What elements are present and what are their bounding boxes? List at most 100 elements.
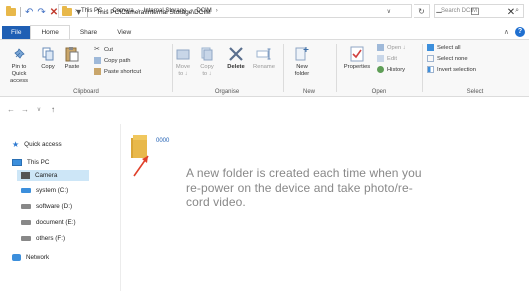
star-icon: ★ (12, 140, 20, 149)
select-none-label: Select none (437, 55, 468, 62)
paste-label: Paste (64, 64, 80, 70)
collapse-ribbon-icon[interactable]: ∧ (504, 28, 509, 36)
nav-label: Camera (35, 172, 58, 179)
recent-locations-icon[interactable]: ∨ (32, 106, 46, 113)
up-arrow-icon[interactable]: ↑ (46, 105, 60, 114)
breadcrumb-separator-icon: › (75, 8, 77, 14)
nav-label: others (F:) (36, 235, 66, 242)
tab-home[interactable]: Home (30, 25, 70, 39)
folder-name-label[interactable]: 0000 (156, 138, 169, 144)
open-group-label: Open (371, 89, 387, 95)
select-none-button[interactable]: Select none (427, 55, 468, 62)
system-drive-icon (21, 188, 31, 193)
annotation-arrow-icon (133, 155, 149, 177)
copy-path-label: Copy path (104, 57, 131, 64)
caption-line: re-power on the device and take photo/re… (186, 180, 413, 195)
redo-icon[interactable]: ↷ (37, 7, 45, 18)
search-input[interactable]: Search DCIM ⌕ (434, 4, 524, 18)
clipboard-group-label: Clipboard (73, 89, 99, 95)
rename-button[interactable]: Rename (251, 46, 277, 71)
paste-button[interactable]: Paste (62, 46, 82, 71)
help-icon[interactable]: ? (515, 26, 525, 37)
copy-path-button[interactable]: Copy path (94, 57, 130, 64)
nav-quick-access[interactable]: ★ Quick access (12, 140, 62, 149)
cut-label: Cut (104, 46, 114, 53)
delete-button[interactable]: Delete (225, 46, 247, 71)
nav-this-pc[interactable]: This PC (12, 159, 49, 166)
cut-button[interactable]: ✂ Cut (94, 46, 113, 53)
new-folder-icon (294, 46, 310, 62)
edit-button[interactable]: Edit (377, 55, 397, 62)
nav-drive-f[interactable]: others (F:) (21, 235, 65, 242)
history-icon (377, 66, 384, 73)
copy-path-icon (94, 57, 101, 64)
nav-label: system (C:) (36, 187, 69, 194)
paste-shortcut-button[interactable]: Paste shortcut (94, 68, 141, 75)
nav-label: This PC (27, 159, 50, 166)
invert-selection-icon (427, 66, 434, 73)
address-dropdown-icon[interactable]: ∨ (387, 8, 391, 15)
edit-icon (377, 55, 384, 62)
nav-label: software (D:) (36, 203, 73, 210)
edit-label: Edit (387, 55, 397, 62)
move-to-icon (175, 46, 191, 62)
caption-line: A new folder is created each time when y… (186, 166, 422, 180)
folder-icon (6, 6, 16, 16)
nav-label: document (E:) (36, 219, 76, 226)
nav-drive-d[interactable]: software (D:) (21, 203, 72, 210)
breadcrumb-internal-storage[interactable]: Internal Storage (144, 8, 187, 14)
address-bar[interactable]: › This PC › Camera › Internal Storage › … (58, 4, 412, 18)
tab-file[interactable]: File (2, 26, 31, 39)
pin-label: Pin to Quick access (9, 64, 29, 84)
computer-icon (12, 159, 22, 166)
breadcrumb-camera[interactable]: Camera (112, 8, 133, 14)
new-group: New folder New (284, 40, 334, 97)
organise-group: Move to ↓ Copy to ↓ Delete Rename Organi… (173, 40, 281, 97)
tab-share[interactable]: Share (70, 26, 107, 39)
new-folder-button[interactable]: New folder (288, 46, 316, 78)
paste-icon (64, 46, 80, 62)
ribbon: Pin to Quick access Copy Paste ✂ Cut Cop… (0, 39, 529, 97)
open-group: Properties Open ↓ Edit History Open (337, 40, 421, 97)
open-icon (377, 44, 384, 51)
forward-arrow-icon[interactable]: → (18, 105, 32, 114)
scissors-icon: ✂ (94, 46, 100, 53)
delete-icon[interactable]: ✕ (50, 7, 58, 18)
breadcrumb-separator-icon: › (137, 8, 140, 14)
search-icon: ⌕ (515, 7, 519, 14)
refresh-icon[interactable]: ↻ (414, 4, 430, 18)
breadcrumb-separator-icon: › (190, 8, 193, 14)
undo-icon[interactable]: ↶ (25, 7, 33, 18)
select-all-button[interactable]: Select all (427, 44, 461, 51)
tab-view[interactable]: View (107, 26, 141, 39)
search-placeholder: Search DCIM (441, 8, 478, 14)
open-item-button[interactable]: Open ↓ (377, 44, 406, 51)
nav-network[interactable]: Network (12, 254, 49, 261)
breadcrumb-this-pc[interactable]: This PC (81, 8, 102, 14)
pane-divider (120, 124, 121, 291)
select-group-label: Select (466, 89, 484, 95)
move-to-label: Move to ↓ (175, 64, 191, 77)
nav-drive-e[interactable]: document (E:) (21, 219, 76, 226)
clipboard-group: Pin to Quick access Copy Paste ✂ Cut Cop… (0, 40, 172, 97)
properties-button[interactable]: Properties (341, 46, 373, 71)
delete-x-icon (228, 46, 244, 62)
nav-drive-c[interactable]: system (C:) (21, 187, 68, 194)
nav-camera[interactable]: Camera (17, 170, 89, 181)
breadcrumb-dcim[interactable]: DCIM (196, 8, 211, 14)
network-icon (12, 254, 21, 261)
back-arrow-icon[interactable]: ← (4, 105, 18, 114)
history-button[interactable]: History (377, 66, 405, 73)
pin-quick-access-button[interactable]: Pin to Quick access (4, 46, 34, 85)
select-all-icon (427, 44, 434, 51)
nav-label: Quick access (24, 141, 62, 148)
organise-group-label: Organise (214, 89, 240, 95)
copy-to-button[interactable]: Copy to ↓ (197, 46, 217, 78)
copy-to-label: Copy to ↓ (200, 64, 214, 77)
open-item-label: Open ↓ (387, 44, 406, 51)
move-to-button[interactable]: Move to ↓ (173, 46, 193, 78)
camera-device-icon (21, 172, 30, 179)
invert-selection-button[interactable]: Invert selection (427, 66, 476, 73)
invert-selection-label: Invert selection (437, 66, 476, 73)
copy-button[interactable]: Copy (38, 46, 58, 71)
